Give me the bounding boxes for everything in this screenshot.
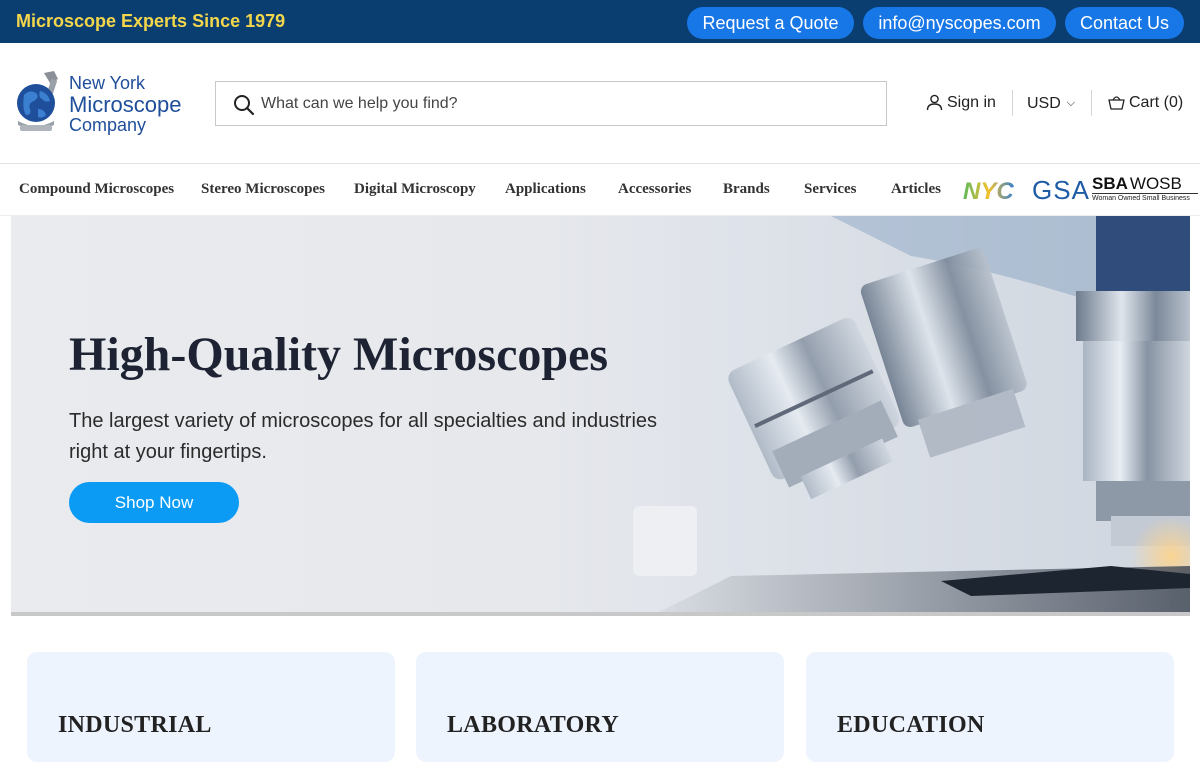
logo-line-1: New York <box>69 73 146 93</box>
sba-wosb-logo: SBA WOSB Woman Owned Small Business <box>1092 175 1198 205</box>
site-header: New York Microscope Company Sign in USD ⌵… <box>0 43 1200 164</box>
globe-microscope-logo-icon <box>17 71 58 131</box>
gsa-logo: GSA <box>1032 175 1090 205</box>
tagline: Microscope Experts Since 1979 <box>16 11 286 31</box>
logo-line-2: Microscope <box>69 92 182 117</box>
nav-applications[interactable]: Applications <box>505 181 586 198</box>
sign-in-label: Sign in <box>947 94 996 111</box>
divider <box>1091 90 1092 116</box>
search-input[interactable] <box>261 82 861 125</box>
search-box <box>215 81 887 126</box>
hero-banner: High-Quality Microscopes The largest var… <box>11 216 1190 616</box>
search-icon[interactable] <box>233 94 255 116</box>
category-title: EDUCATION <box>837 712 985 738</box>
category-card-laboratory[interactable]: LABORATORY <box>416 652 784 762</box>
nav-brands[interactable]: Brands <box>723 181 770 198</box>
nyc-logo: NYC <box>963 178 1014 202</box>
hero-title: High-Quality Microscopes <box>69 328 609 381</box>
request-quote-button[interactable]: Request a Quote <box>687 7 854 39</box>
category-card-education[interactable]: EDUCATION <box>806 652 1174 762</box>
sign-in-link[interactable]: Sign in <box>926 92 996 114</box>
shop-now-button[interactable]: Shop Now <box>69 482 239 523</box>
wosb-caption: Woman Owned Small Business <box>1092 193 1198 203</box>
nav-accessories[interactable]: Accessories <box>618 181 691 198</box>
category-title: LABORATORY <box>447 712 619 738</box>
nav-articles[interactable]: Articles <box>891 181 941 198</box>
user-icon <box>926 94 943 111</box>
currency-value: USD <box>1027 95 1061 112</box>
main-nav: Compound Microscopes Stereo Microscopes … <box>0 164 1200 216</box>
nav-compound-microscopes[interactable]: Compound Microscopes <box>19 181 174 198</box>
divider <box>1012 90 1013 116</box>
sba-text: SBA <box>1092 174 1128 193</box>
logo-text: New York Microscope Company <box>69 73 181 136</box>
hero-subtitle: The largest variety of microscopes for a… <box>69 410 658 463</box>
nav-stereo-microscopes[interactable]: Stereo Microscopes <box>201 181 325 198</box>
cart-link[interactable]: Cart (0) <box>1108 92 1183 114</box>
nav-services[interactable]: Services <box>804 181 856 198</box>
nyc-badge-text: NYC <box>963 178 1014 202</box>
currency-selector[interactable]: USD ⌵ <box>1027 92 1075 114</box>
category-card-industrial[interactable]: INDUSTRIAL <box>27 652 395 762</box>
chevron-down-icon: ⌵ <box>1066 97 1076 109</box>
email-link[interactable]: info@nyscopes.com <box>863 7 1056 39</box>
category-title: INDUSTRIAL <box>58 712 212 738</box>
cart-label: Cart (0) <box>1129 94 1184 111</box>
nav-digital-microscopy[interactable]: Digital Microscopy <box>354 181 476 198</box>
site-logo[interactable]: New York Microscope Company <box>14 69 189 139</box>
top-bar: Microscope Experts Since 1979 Request a … <box>0 0 1200 43</box>
contact-us-button[interactable]: Contact Us <box>1065 7 1184 39</box>
wosb-text: WOSB <box>1129 174 1182 193</box>
basket-icon <box>1108 96 1125 110</box>
logo-line-3: Company <box>69 115 147 135</box>
